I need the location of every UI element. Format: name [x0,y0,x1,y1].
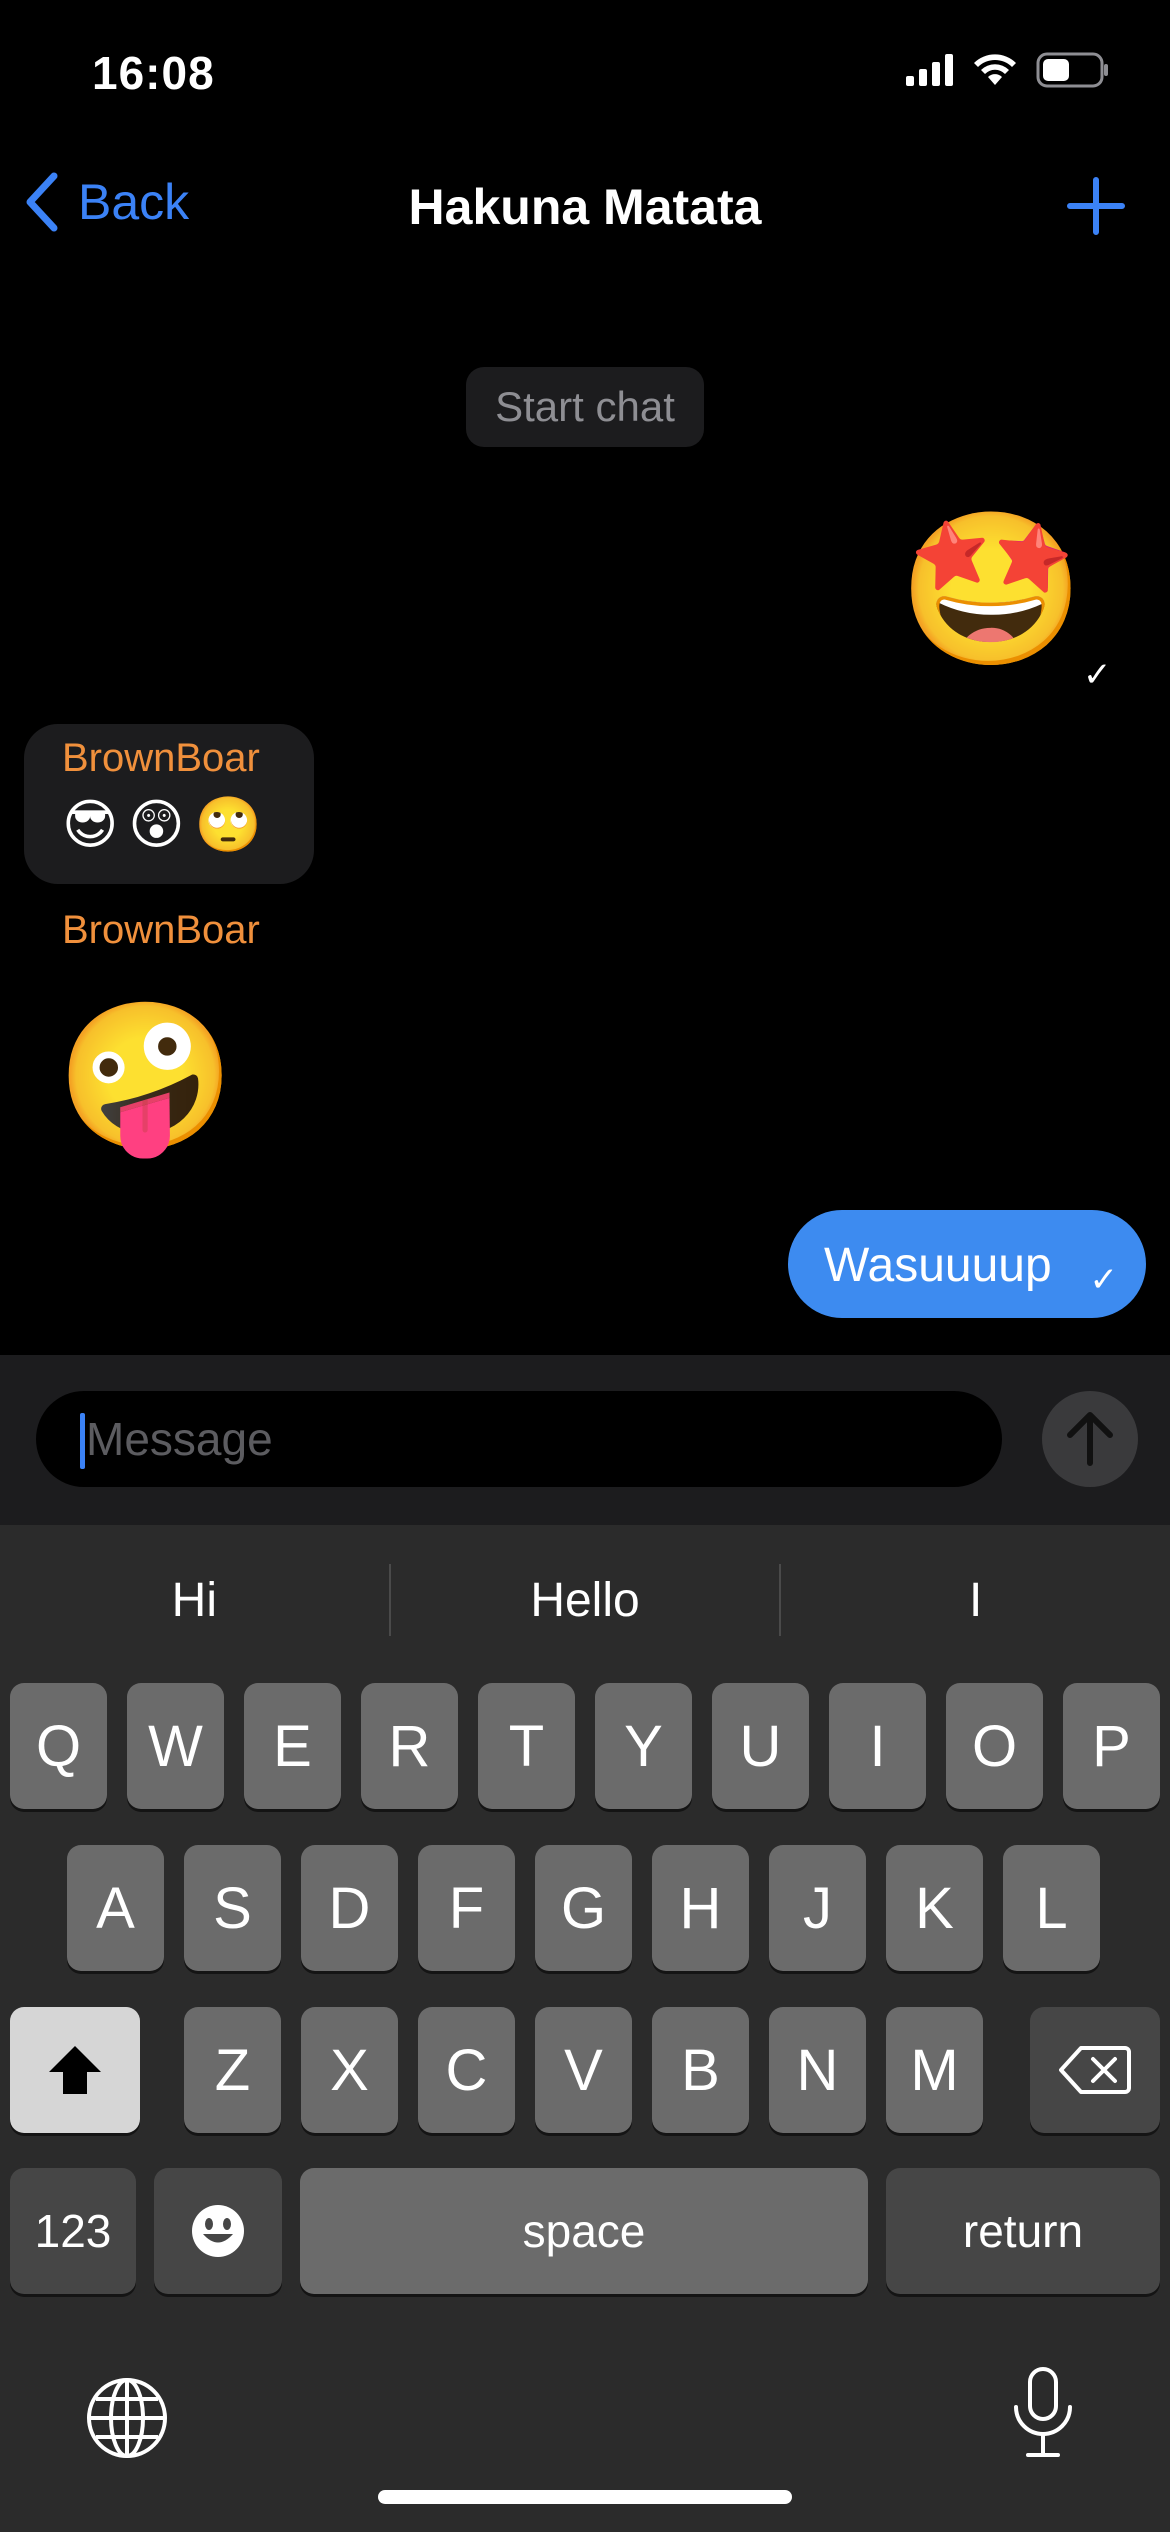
numbers-key[interactable]: 123 [10,2168,136,2294]
key-b[interactable]: B [652,2007,749,2133]
globe-icon [87,2378,167,2458]
key-h[interactable]: H [652,1845,749,1971]
battery-icon [1036,52,1108,88]
key-w[interactable]: W [127,1683,224,1809]
key-s[interactable]: S [184,1845,281,1971]
message-emoji: 🤩 [898,503,1085,677]
key-q[interactable]: Q [10,1683,107,1809]
text-caret [80,1413,85,1469]
send-button[interactable] [1042,1391,1138,1487]
key-g[interactable]: G [535,1845,632,1971]
key-j[interactable]: J [769,1845,866,1971]
delete-key[interactable] [1030,2007,1160,2133]
emoji-row: 😎 😲 🙄 [62,793,314,857]
received-message[interactable]: 🤪 [56,990,235,1162]
arrow-up-icon [1067,1412,1113,1466]
read-tick: ✓ [1083,656,1112,694]
add-button[interactable] [1066,176,1126,241]
nav-bar: Back Hakuna Matata [0,160,1170,260]
key-z[interactable]: Z [184,2007,281,2133]
key-f[interactable]: F [418,1845,515,1971]
emoji-key[interactable] [154,2168,282,2294]
key-t[interactable]: T [478,1683,575,1809]
return-key[interactable]: return [886,2168,1160,2294]
home-indicator [378,2490,792,2504]
key-e[interactable]: E [244,1683,341,1809]
suggestion-item[interactable]: Hi [0,1573,389,1628]
read-tick: ✓ [1089,1261,1119,1299]
message-emoji: 🙄 [194,793,262,856]
sender-name: BrownBoar [62,736,260,780]
message-emoji: 🤪 [56,992,236,1160]
cellular-signal-icon [906,54,953,86]
sent-message[interactable]: 🤩 [898,500,1085,680]
key-m[interactable]: M [886,2007,983,2133]
key-x[interactable]: X [301,2007,398,2133]
system-message: Start chat [466,367,704,447]
key-y[interactable]: Y [595,1683,692,1809]
suggestion-item[interactable]: I [781,1573,1170,1628]
sender-name: BrownBoar [62,908,260,952]
message-composer [0,1355,1170,1525]
shift-key[interactable] [10,2007,140,2133]
status-icons [906,52,1110,88]
microphone-icon [1014,2367,1072,2457]
key-n[interactable]: N [769,2007,866,2133]
shift-icon [49,2046,101,2094]
space-key[interactable]: space [300,2168,868,2294]
received-message[interactable]: BrownBoar 😎 😲 🙄 [24,724,314,884]
message-input-wrap [36,1391,1002,1487]
message-emoji: 😎 [62,793,119,856]
message-text: Wasuuuup [824,1239,1052,1292]
key-i[interactable]: I [829,1683,926,1809]
key-p[interactable]: P [1063,1683,1160,1809]
smiley-icon [192,2205,244,2257]
key-d[interactable]: D [301,1845,398,1971]
sent-message[interactable]: Wasuuuup ✓ [788,1210,1146,1318]
wifi-icon [974,54,1016,85]
plus-icon [1067,177,1125,235]
message-emoji: 😲 [128,793,185,856]
key-o[interactable]: O [946,1683,1043,1809]
keyboard-bottom-bar [0,2367,1170,2465]
chat-title: Hakuna Matata [408,179,762,235]
message-input[interactable] [86,1391,986,1487]
key-l[interactable]: L [1003,1845,1100,1971]
key-v[interactable]: V [535,2007,632,2133]
dictation-button[interactable] [1008,2365,1078,2461]
key-r[interactable]: R [361,1683,458,1809]
globe-button[interactable] [84,2375,170,2461]
suggestion-item[interactable]: Hello [391,1573,780,1628]
key-u[interactable]: U [712,1683,809,1809]
key-k[interactable]: K [886,1845,983,1971]
status-time: 16:08 [92,47,215,99]
suggestion-bar: Hi Hello I [0,1525,1170,1675]
status-bar: 16:08 [0,0,1170,140]
key-c[interactable]: C [418,2007,515,2133]
backspace-icon [1059,2046,1131,2094]
key-a[interactable]: A [67,1845,164,1971]
